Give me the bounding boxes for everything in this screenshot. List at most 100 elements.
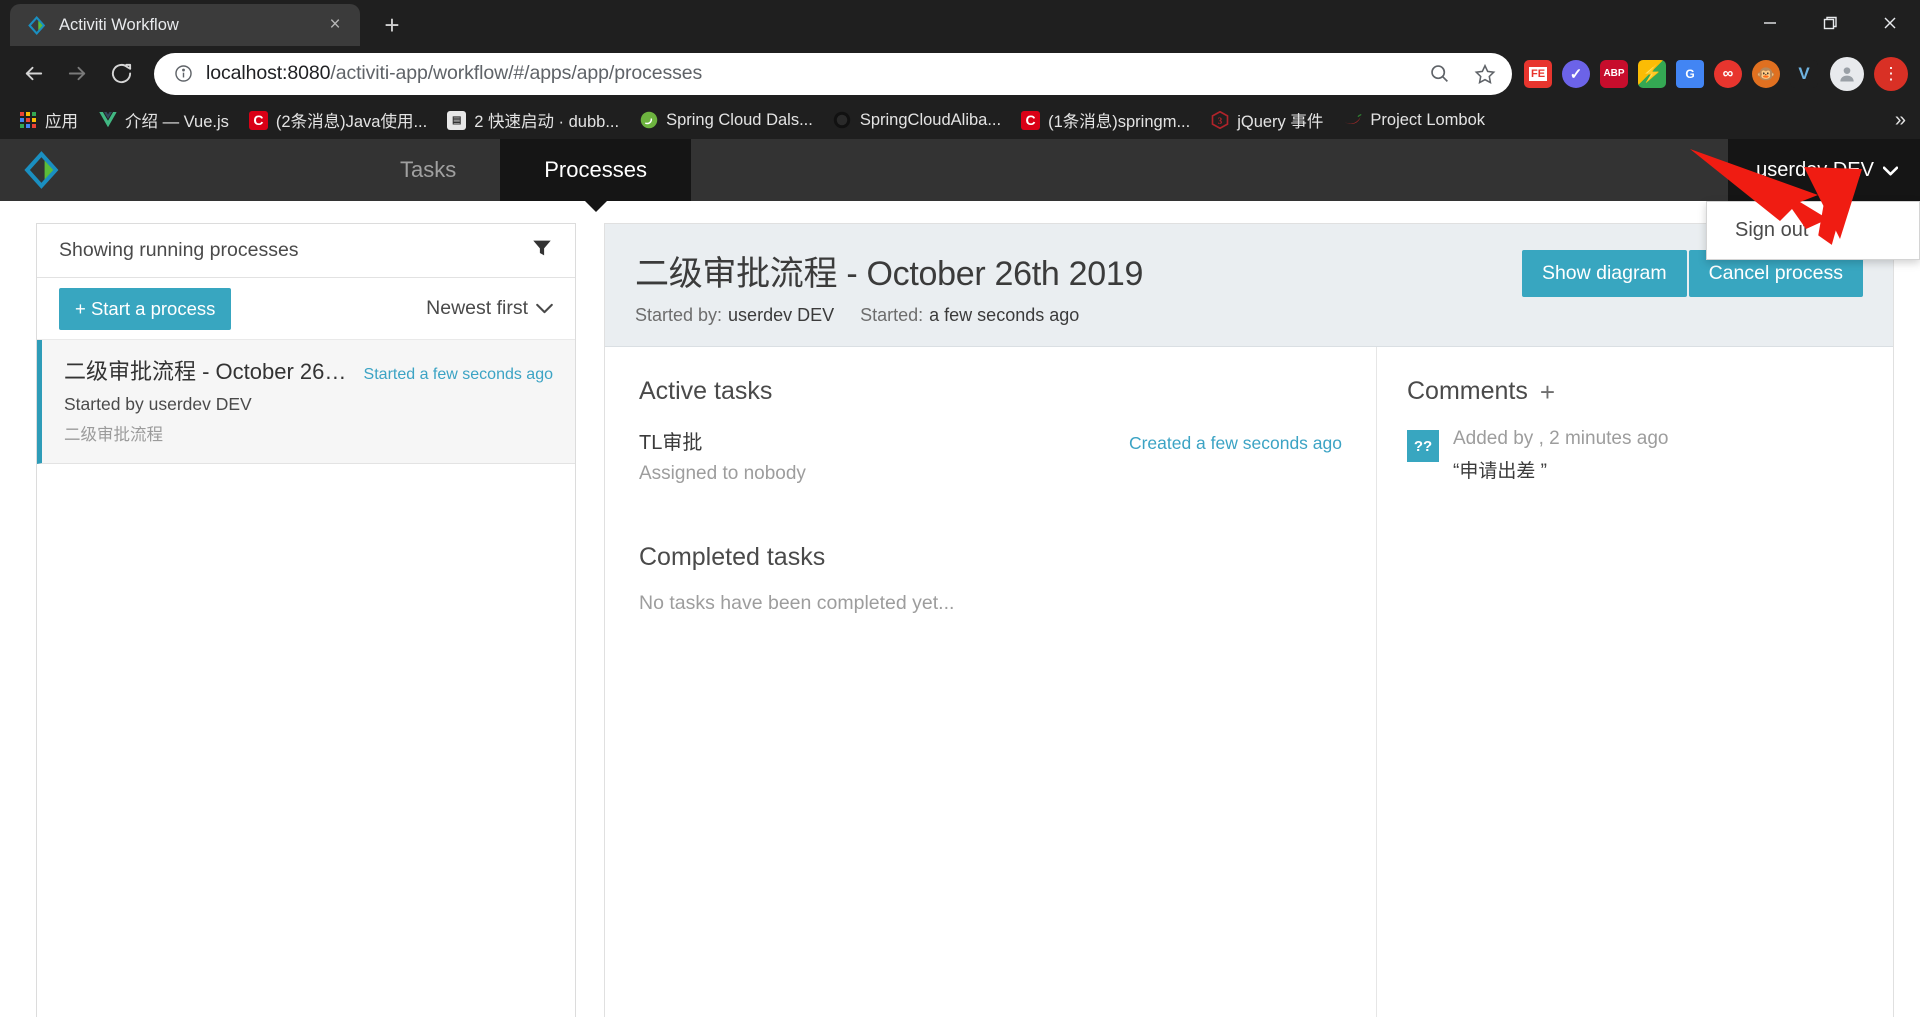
process-item-started-by: Started by userdev DEV (64, 394, 252, 414)
csdn-icon: C (1021, 110, 1041, 130)
comments-title: Comments (1407, 377, 1528, 405)
minimize-icon[interactable] (1740, 0, 1800, 46)
list-item[interactable]: 二级审批流程 - October 26th ... Started a few … (37, 340, 575, 464)
jquery-icon: 3 (1210, 111, 1229, 130)
url-path: /activiti-app/workflow/#/apps/app/proces… (330, 62, 703, 84)
comment-meta: Added by , 2 minutes ago (1453, 428, 1669, 449)
fe-helper-icon[interactable]: FE (1524, 59, 1552, 88)
app-header: Tasks Processes userdev DEV Sign out (0, 139, 1920, 260)
filter-funnel-icon[interactable] (531, 237, 553, 264)
monkey-icon[interactable]: 🐵 (1752, 59, 1780, 88)
bookmark-jquery[interactable]: 3 jQuery 事件 (1202, 103, 1331, 137)
forward-icon[interactable] (56, 53, 98, 95)
svg-text:3: 3 (1217, 116, 1222, 126)
started-value: a few seconds ago (929, 305, 1080, 325)
bookmark-spring-cloud[interactable]: Spring Cloud Dals... (631, 106, 821, 135)
sort-selector[interactable]: Newest first (426, 297, 553, 320)
task-name: TL审批 (639, 432, 703, 454)
start-process-button[interactable]: + Start a process (59, 287, 232, 330)
vue-icon (98, 111, 117, 130)
maximize-icon[interactable] (1800, 0, 1860, 46)
address-bar[interactable]: localhost:8080/activiti-app/workflow/#/a… (154, 52, 1512, 95)
vimium-icon[interactable]: V (1790, 59, 1818, 88)
process-item-top-row: 二级审批流程 - October 26th ... Started a few … (64, 354, 553, 386)
menu-item-sign-out[interactable]: Sign out (1707, 210, 1919, 251)
process-detail-panel: 二级审批流程 - October 26th 2019 Started by: us… (604, 223, 1894, 1017)
close-icon[interactable]: × (322, 12, 348, 38)
checkmark-clock-icon[interactable]: ✓ (1562, 59, 1590, 88)
close-window-icon[interactable] (1860, 0, 1920, 46)
user-menu-label: userdev DEV (1756, 158, 1874, 181)
bookmarks-overflow-button[interactable]: » (1895, 109, 1906, 132)
apps-grid-icon (18, 111, 37, 130)
user-menu-button[interactable]: userdev DEV (1728, 139, 1920, 201)
lombok-chili-icon (1343, 111, 1363, 130)
sort-label: Newest first (426, 297, 528, 319)
task-info: TL审批 Assigned to nobody (639, 426, 806, 485)
tab-tasks[interactable]: Tasks (356, 139, 500, 201)
extension-icons: FE ✓ ABP ⚡ G ∞ 🐵 V (1524, 59, 1822, 88)
avatar-icon[interactable] (1830, 56, 1864, 91)
process-detail-meta: Started by: userdev DEV Started: a few sec… (635, 305, 1143, 326)
tab-strip: Activiti Workflow × + (0, 0, 1920, 46)
chrome-menu-update-icon[interactable]: ⋮ (1874, 56, 1908, 91)
avatar: ?? (1407, 430, 1439, 462)
started-group: Started: a few seconds ago (860, 305, 1079, 326)
show-diagram-button[interactable]: Show diagram (1521, 250, 1687, 297)
google-translate-icon[interactable]: G (1676, 59, 1704, 88)
process-list-header: Showing running processes (37, 224, 575, 278)
adblock-plus-icon[interactable]: ABP (1600, 59, 1628, 88)
browser-tab[interactable]: Activiti Workflow × (10, 4, 360, 46)
bookmark-label: 应用 (45, 113, 78, 131)
bookmark-csdn-java[interactable]: C (2条消息)Java使用... (241, 103, 435, 137)
new-tab-button[interactable]: + (374, 7, 410, 43)
add-comment-icon[interactable]: + (1540, 379, 1555, 405)
dubbo-icon: ▤ (447, 110, 467, 130)
page-title: 二级审批流程 - October 26th 2019 (635, 255, 1144, 293)
bookmark-lombok[interactable]: Project Lombok (1335, 106, 1493, 135)
reload-icon[interactable] (100, 53, 142, 95)
bookmark-label: Project Lombok (1370, 110, 1486, 129)
bookmark-csdn-springm[interactable]: C (1条消息)springm... (1013, 103, 1198, 137)
completed-tasks-title: Completed tasks (639, 543, 826, 571)
bookmark-apps[interactable]: 应用 (10, 103, 86, 137)
page-info-icon[interactable] (172, 63, 194, 85)
started-label: Started: (860, 305, 924, 325)
started-by-label: Started by: (635, 305, 723, 325)
tasks-column: Active tasks TL审批 Assigned to nobody Cre… (605, 347, 1377, 1017)
process-detail-header: 二级审批流程 - October 26th 2019 Started by: us… (605, 224, 1893, 347)
activiti-diamond-logo[interactable] (0, 139, 86, 201)
page-content: Showing running processes + Start a proc… (0, 201, 1920, 1017)
bookmark-label: jQuery 事件 (1237, 113, 1324, 131)
bookmark-spring-cloud-alibaba[interactable]: SpringCloudAliba... (825, 106, 1009, 135)
bookmark-label: 2 快速启动 · dubb... (474, 113, 620, 131)
search-icon[interactable] (1422, 57, 1456, 91)
lightshot-icon[interactable]: ⚡ (1638, 59, 1666, 88)
chevron-down-icon (1882, 159, 1899, 182)
process-item-name: 二级审批流程 - October 26th ... (64, 359, 350, 384)
process-item-definition: 二级审批流程 (64, 426, 163, 444)
star-icon[interactable] (1468, 57, 1502, 91)
process-list-panel: Showing running processes + Start a proc… (36, 223, 576, 1017)
url-host: localhost:8080 (206, 62, 331, 84)
browser-toolbar: localhost:8080/activiti-app/workflow/#/a… (0, 46, 1920, 101)
process-detail-body: Active tasks TL审批 Assigned to nobody Cre… (605, 347, 1893, 1017)
comment-text: “申请出差 ” (1453, 461, 1547, 482)
back-icon[interactable] (12, 53, 54, 95)
bookmark-dubbo[interactable]: ▤ 2 快速启动 · dubb... (439, 103, 627, 137)
task-assignee: Assigned to nobody (639, 463, 806, 484)
comments-column: Comments + ?? Added by , 2 minutes ago “… (1377, 347, 1893, 1017)
process-list-header-title: Showing running processes (59, 239, 299, 261)
tab-processes[interactable]: Processes (500, 139, 691, 201)
task-row[interactable]: TL审批 Assigned to nobody Created a few se… (639, 426, 1342, 485)
infinity-icon[interactable]: ∞ (1714, 59, 1742, 88)
app-nav-tabs: Tasks Processes (356, 139, 691, 201)
process-item-time: Started a few seconds ago (363, 366, 553, 383)
spring-icon (639, 111, 658, 130)
started-by-value: userdev DEV (728, 305, 835, 325)
comment-body: Added by , 2 minutes ago “申请出差 ” (1453, 428, 1668, 483)
activiti-diamond-icon (28, 15, 47, 35)
bookmark-vuejs[interactable]: 介绍 — Vue.js (90, 103, 237, 137)
tab-title: Activiti Workflow (59, 15, 179, 34)
bookmark-label: (1条消息)springm... (1048, 113, 1191, 131)
